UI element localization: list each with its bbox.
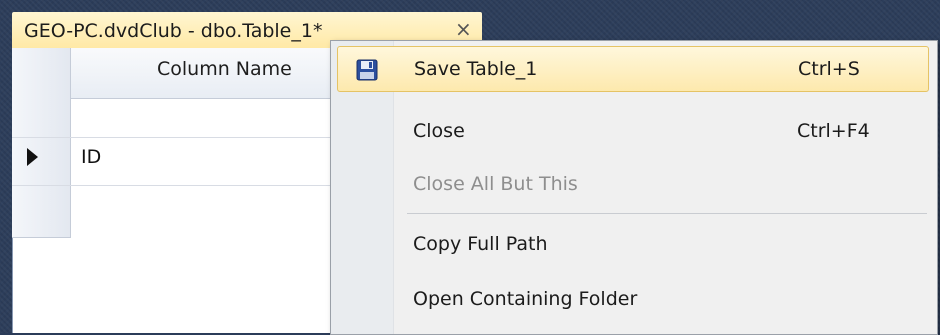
column-name-cell[interactable]: ID [81,146,101,168]
menu-item-label: Close [413,120,465,142]
menu-separator [407,213,927,214]
menu-item-shortcut: Ctrl+F4 [797,120,870,142]
menu-item-label: Close All But This [413,173,578,195]
save-icon [356,59,378,81]
row-divider [12,237,70,238]
menu-item-open-containing-folder[interactable]: Open Containing Folder [337,277,929,323]
context-menu: Save Table_1 Ctrl+S Close Ctrl+F4 Close … [330,40,938,335]
menu-item-label: Copy Full Path [413,233,548,255]
menu-item-save-table[interactable]: Save Table_1 Ctrl+S [337,46,929,92]
menu-item-label: Save Table_1 [414,58,538,80]
document-tab-title: GEO-PC.dvdClub - dbo.Table_1* [24,20,323,42]
menu-item-shortcut: Ctrl+S [798,58,860,80]
tab-close-icon[interactable]: × [455,17,472,41]
current-row-arrow-icon[interactable] [27,148,38,166]
row-selector-column [12,48,71,238]
menu-item-copy-full-path[interactable]: Copy Full Path [337,222,929,268]
column-name-header[interactable]: Column Name [157,58,292,80]
menu-item-close-all-but-this[interactable]: Close All But This [337,162,929,208]
menu-item-close[interactable]: Close Ctrl+F4 [337,109,929,155]
menu-item-label: Open Containing Folder [413,288,638,310]
